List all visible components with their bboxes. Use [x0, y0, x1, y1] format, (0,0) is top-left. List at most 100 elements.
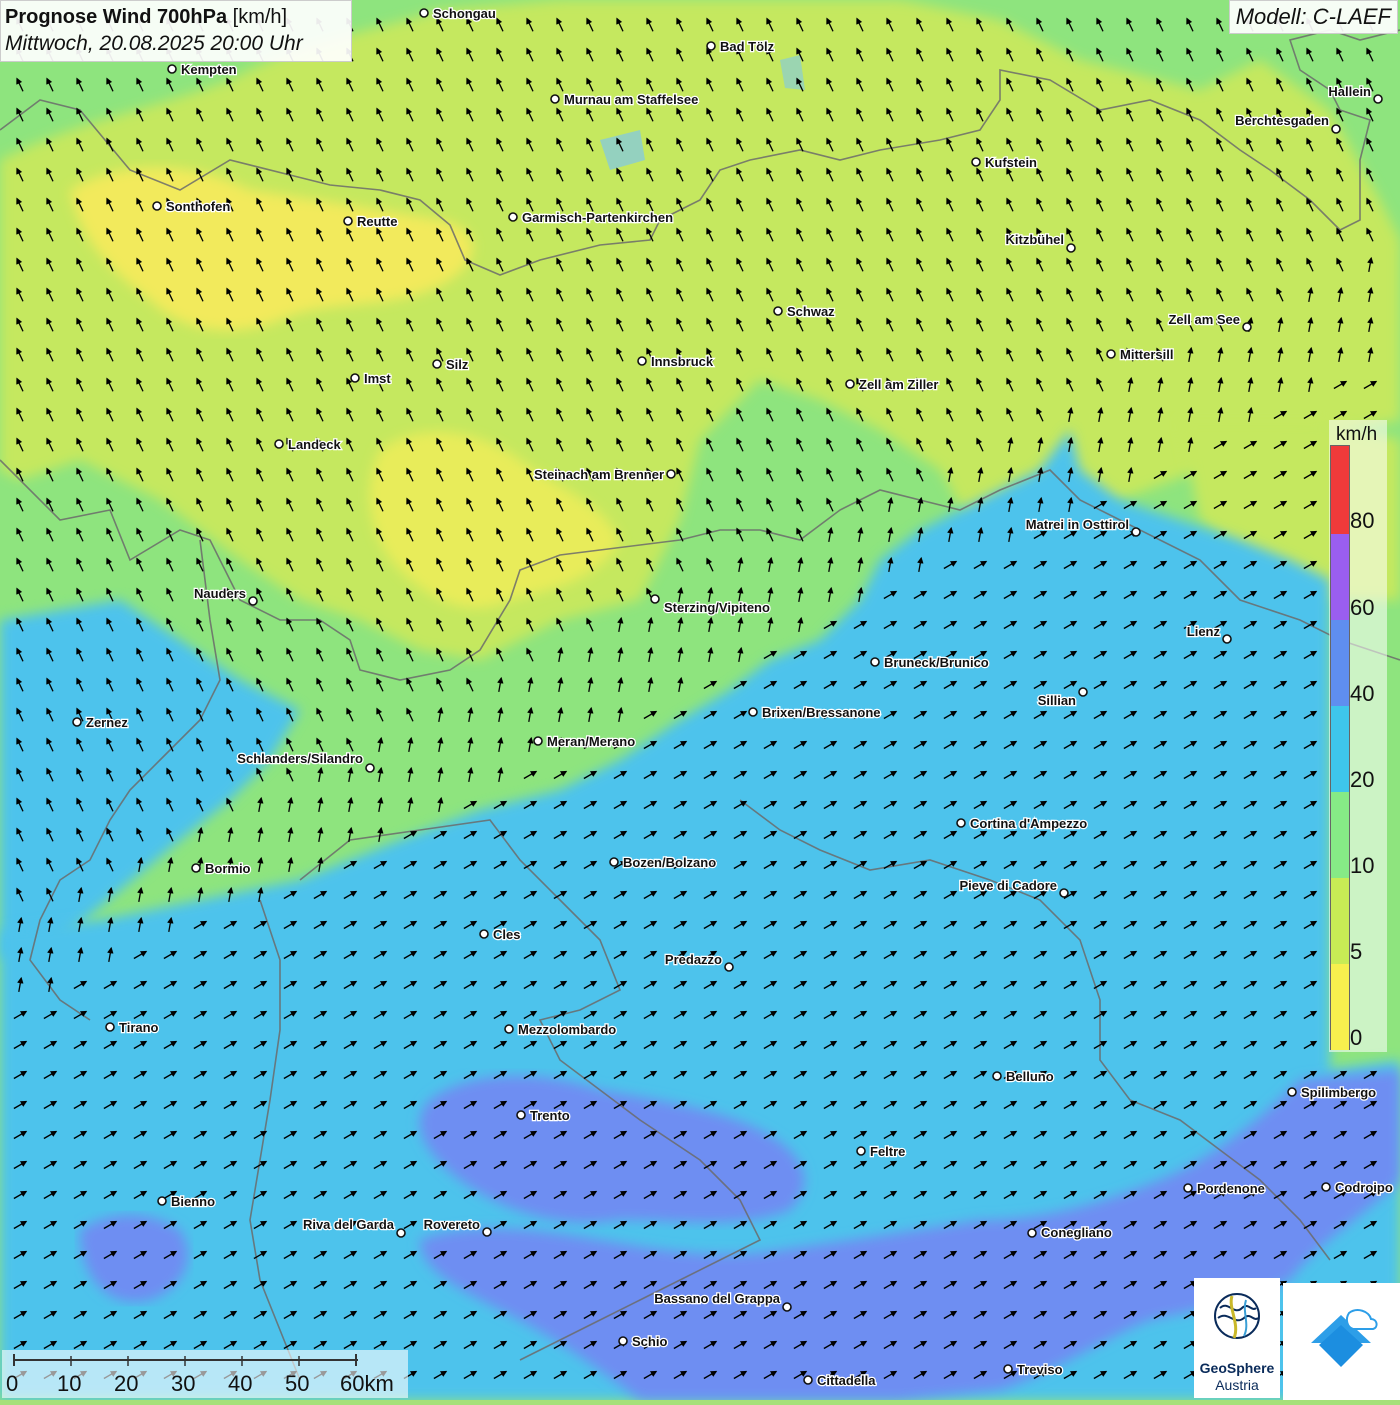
wind-map[interactable]: Schongau Bad Tölz Kempten Murnau am Staffel… [0, 0, 1400, 1400]
city-dot [706, 41, 716, 51]
city-label: Murnau am Staffelsee [564, 92, 698, 107]
city-marker[interactable]: Spilimbergo [1287, 1084, 1377, 1101]
map-title: Prognose Wind 700hPa [5, 6, 228, 28]
legend-tick: 10 [1350, 853, 1375, 878]
city-marker[interactable]: Murnau am Staffelsee [550, 91, 700, 108]
scale-label: 20 [114, 1371, 139, 1396]
city-label: Lienz [1187, 624, 1221, 639]
legend-tick: 5 [1350, 939, 1363, 964]
legend-swatch-5 [1331, 878, 1349, 964]
city-dot [1003, 1364, 1013, 1374]
legend-tick: 80 [1350, 508, 1375, 533]
city-dot [870, 657, 880, 667]
scale-label: 10 [57, 1371, 82, 1396]
map-title-line: Prognose Wind 700hPa [km/h] [5, 4, 347, 30]
city-label: Bruneck/Brunico [884, 655, 989, 670]
city-label: Bienno [171, 1194, 215, 1209]
city-label: Sonthofen [166, 199, 230, 214]
city-label: Brixen/Bressanone [762, 705, 881, 720]
city-marker[interactable]: Bruneck/Brunico [870, 654, 990, 671]
city-label: Bad Tölz [720, 39, 775, 54]
city-dot [637, 356, 647, 366]
city-label: Mezzolombardo [518, 1022, 616, 1037]
city-label: Zell am Ziller [859, 377, 938, 392]
legend-tick: 40 [1350, 681, 1375, 706]
city-label: Bormio [205, 861, 251, 876]
city-label: Meran/Merano [547, 734, 635, 749]
city-label: Pieve di Cadore [959, 878, 1057, 893]
city-label: Sterzing/Vipiteno [664, 600, 770, 615]
geosphere-emblem-icon [1214, 1293, 1260, 1339]
city-label: Landeck [288, 437, 342, 452]
legend-swatch-0 [1331, 964, 1349, 1050]
city-dot [782, 1302, 792, 1312]
scale-label: 0 [6, 1371, 19, 1396]
geosphere-logo[interactable]: GeoSphere Austria [1194, 1278, 1280, 1398]
legend-swatch-10 [1331, 792, 1349, 878]
city-marker[interactable]: Cortina d'Ampezzo [956, 815, 1089, 832]
city-dot [1222, 634, 1232, 644]
city-label: Kufstein [985, 155, 1037, 170]
city-dot [1027, 1228, 1037, 1238]
legend-swatch-60 [1331, 534, 1349, 620]
city-dot [1373, 94, 1383, 104]
city-dot [1331, 124, 1341, 134]
city-label: Reutte [357, 214, 397, 229]
city-dot [1106, 349, 1116, 359]
city-marker[interactable]: Conegliano [1027, 1224, 1113, 1241]
city-label: Schio [632, 1334, 667, 1349]
city-label: Rovereto [424, 1217, 480, 1232]
city-marker[interactable]: Steinach am Brenner [533, 466, 676, 483]
city-dot [482, 1227, 492, 1237]
city-dot [167, 64, 177, 74]
city-label: Sillian [1038, 693, 1076, 708]
city-dot [396, 1228, 406, 1238]
city-marker[interactable]: Pordenone [1183, 1180, 1266, 1197]
city-dot [157, 1196, 167, 1206]
city-dot [1066, 243, 1076, 253]
city-marker[interactable]: Meran/Merano [533, 733, 636, 750]
city-marker[interactable]: Mezzolombardo [504, 1021, 618, 1038]
city-dot [419, 8, 429, 18]
app-logo-icon [1311, 1309, 1378, 1367]
city-label: Cittadella [817, 1373, 876, 1388]
legend-swatch-40 [1331, 620, 1349, 706]
app-logo[interactable] [1283, 1283, 1400, 1400]
logo-text-2: Austria [1215, 1377, 1259, 1393]
city-label: Pordenone [1197, 1181, 1265, 1196]
city-label: Spilimbergo [1301, 1085, 1376, 1100]
city-marker[interactable]: Garmisch-Partenkirchen [508, 209, 674, 226]
city-label: Berchtesgaden [1235, 113, 1329, 128]
city-dot [845, 379, 855, 389]
city-label: Conegliano [1041, 1225, 1112, 1240]
city-dot [432, 359, 442, 369]
city-dot [609, 857, 619, 867]
city-label: Zell am See [1168, 312, 1240, 327]
city-label: Tirano [119, 1020, 159, 1035]
city-label: Belluno [1006, 1069, 1054, 1084]
city-label: Imst [364, 371, 391, 386]
model-label: Modell: C-LAEF [1228, 0, 1398, 34]
city-dot [1321, 1182, 1331, 1192]
city-label: Silz [446, 357, 469, 372]
city-marker[interactable]: Brixen/Bressanone [748, 704, 882, 721]
city-label: Hallein [1328, 84, 1371, 99]
city-dot [650, 594, 660, 604]
city-dot [152, 201, 162, 211]
city-marker[interactable]: Bozen/Bolzano [609, 854, 717, 871]
city-label: Schwaz [787, 304, 835, 319]
city-dot [992, 1071, 1002, 1081]
city-dot [516, 1110, 526, 1120]
scale-label: 60km [340, 1371, 394, 1396]
scale-label: 40 [228, 1371, 253, 1396]
city-dot [248, 596, 258, 606]
city-label: Zernez [86, 715, 128, 730]
city-dot [1078, 687, 1088, 697]
city-marker[interactable]: Zell am Ziller [845, 376, 940, 393]
legend-unit: km/h [1336, 424, 1378, 445]
legend-tick: 60 [1350, 595, 1375, 620]
legend-tick: 0 [1350, 1025, 1363, 1050]
city-dot [856, 1146, 866, 1156]
city-dot [1287, 1087, 1297, 1097]
city-label: Steinach am Brenner [534, 467, 664, 482]
